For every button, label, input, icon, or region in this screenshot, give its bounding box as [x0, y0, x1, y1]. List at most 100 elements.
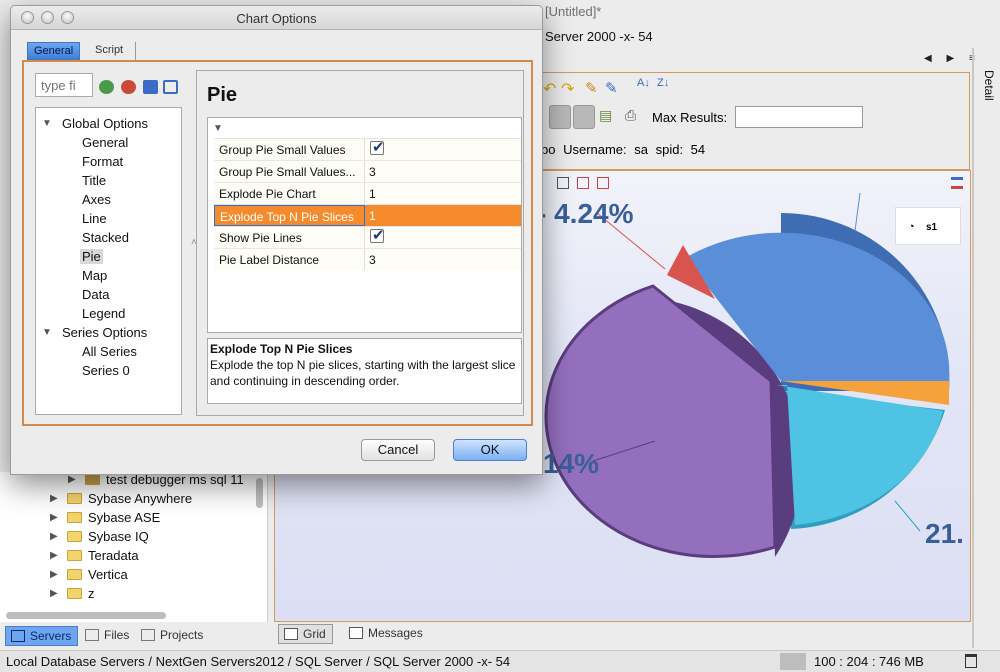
- chart-options-dialog: Chart Options General Script ▼ Global Op…: [10, 5, 543, 475]
- tree-item-general[interactable]: General: [82, 135, 128, 154]
- pie-slice-cyan: [777, 385, 943, 525]
- save-icon[interactable]: [143, 80, 158, 94]
- export-icon[interactable]: ▤: [599, 107, 619, 127]
- pane-title: Pie: [207, 84, 238, 106]
- folder-icon: [67, 588, 82, 599]
- legend-pie-icon: ◔: [908, 221, 915, 233]
- tab-projects[interactable]: Projects: [136, 626, 209, 646]
- collapse-arrow-icon[interactable]: ▼: [42, 118, 52, 129]
- tab-files[interactable]: Files: [80, 626, 135, 646]
- dialog-body: ▼ Global Options General Format Title Ax…: [22, 60, 533, 426]
- redo-icon[interactable]: ↷: [561, 79, 581, 99]
- connection-info: bo Username: sa spid: 54: [541, 142, 706, 157]
- query-toolbar-panel: ↶ ↷ ✎ ✎ A↓ Z↓ ▤ ⎙ Max Results: bo Userna…: [540, 72, 970, 170]
- server-tree: ▶ test debugger ms sql 11 ▶ Sybase Anywh…: [0, 472, 268, 622]
- projects-icon: [141, 629, 155, 641]
- sort-az-icon[interactable]: A↓: [637, 77, 657, 97]
- tab-servers[interactable]: Servers: [5, 626, 79, 646]
- trash-icon[interactable]: [965, 654, 977, 668]
- expand-arrow-icon[interactable]: ▶: [68, 474, 76, 485]
- property-name: Group Pie Small Values...: [214, 161, 365, 182]
- property-value[interactable]: [366, 226, 521, 248]
- detail-tab[interactable]: Detail: [974, 70, 996, 130]
- tree-item-data[interactable]: Data: [82, 287, 109, 306]
- result-tabs: Grid Messages: [274, 624, 971, 646]
- vertical-scrollbar[interactable]: [256, 478, 263, 508]
- undo-icon[interactable]: ↶: [543, 79, 563, 99]
- expand-arrow-icon[interactable]: ▶: [50, 569, 58, 580]
- ok-button[interactable]: OK: [453, 439, 527, 461]
- options-navigator: ▼ Global Options General Format Title Ax…: [32, 70, 184, 416]
- expand-arrow-icon[interactable]: ▶: [50, 550, 58, 561]
- tree-item-all-series[interactable]: All Series: [82, 344, 137, 363]
- tree-item-format[interactable]: Format: [82, 154, 123, 173]
- property-description: Explode Top N Pie Slices Explode the top…: [207, 338, 522, 404]
- property-row[interactable]: Group Pie Small Values: [214, 138, 521, 160]
- property-name: Group Pie Small Values: [214, 139, 365, 160]
- tree-item-line[interactable]: Line: [82, 211, 107, 230]
- expand-arrow-icon[interactable]: ▶: [50, 493, 58, 504]
- tree-item-legend[interactable]: Legend: [82, 306, 125, 325]
- folder-icon: [67, 550, 82, 561]
- tree-item-axes[interactable]: Axes: [82, 192, 111, 211]
- tree-item-series-0[interactable]: Series 0: [82, 363, 130, 382]
- property-row-selected[interactable]: Explode Top N Pie Slices 1: [214, 204, 521, 226]
- slice-label-left: 14%: [543, 448, 599, 479]
- label-line-blue: [854, 192, 861, 232]
- tree-item-stacked[interactable]: Stacked: [82, 230, 129, 249]
- tree-item-title[interactable]: Title: [82, 173, 106, 192]
- collapse-arrow-icon[interactable]: ▼: [213, 123, 223, 134]
- cancel-button[interactable]: Cancel: [361, 439, 435, 461]
- server-label: Server 2000 -x- 54: [545, 29, 653, 44]
- filter-input[interactable]: [35, 73, 93, 97]
- folder-icon: [67, 512, 82, 523]
- grid-view-icon[interactable]: [549, 105, 571, 129]
- property-value[interactable]: [366, 138, 521, 160]
- grid-icon: [284, 628, 298, 640]
- remove-option-icon[interactable]: [121, 80, 136, 94]
- messages-icon: [349, 627, 363, 639]
- expand-arrow-icon[interactable]: ▶: [50, 512, 58, 523]
- property-grid: ▼ Group Pie Small Values Group Pie Small…: [207, 117, 522, 333]
- tab-general[interactable]: General: [27, 42, 81, 60]
- add-option-icon[interactable]: [99, 80, 114, 94]
- horizontal-scrollbar[interactable]: [6, 612, 166, 619]
- description-text: Explode the top N pie slices, starting w…: [210, 358, 516, 388]
- dialog-titlebar: Chart Options: [11, 6, 542, 30]
- property-row[interactable]: Pie Label Distance 3: [214, 248, 521, 270]
- files-icon: [85, 629, 99, 641]
- print-icon[interactable]: ⎙: [625, 107, 645, 127]
- folder-icon: [67, 531, 82, 542]
- servers-icon: [11, 630, 25, 642]
- text-view-icon[interactable]: [573, 105, 595, 129]
- tree-item-pie[interactable]: Pie: [80, 249, 103, 268]
- sort-za-icon[interactable]: Z↓: [657, 77, 677, 97]
- checkbox-checked[interactable]: [370, 138, 385, 156]
- tab-script[interactable]: Script: [89, 42, 137, 60]
- property-row[interactable]: Show Pie Lines: [214, 226, 521, 248]
- app-title: [Untitled]*: [545, 4, 602, 19]
- property-name: Explode Pie Chart: [214, 183, 365, 204]
- copy-icon[interactable]: [163, 80, 178, 94]
- tab-messages[interactable]: Messages: [344, 624, 429, 644]
- chart-legend: ◔ s1: [895, 207, 961, 245]
- edit-icon[interactable]: ✎: [585, 79, 605, 99]
- format-icon[interactable]: ✎: [605, 79, 625, 99]
- expand-arrow-icon[interactable]: ▶: [50, 588, 58, 599]
- slice-label-right: 21.: [925, 518, 964, 549]
- expand-arrow-icon[interactable]: ▶: [50, 531, 58, 542]
- description-title: Explode Top N Pie Slices: [210, 342, 353, 356]
- property-row[interactable]: Group Pie Small Values... 3: [214, 160, 521, 182]
- property-value[interactable]: 3: [366, 249, 521, 270]
- property-value[interactable]: 1: [366, 183, 521, 204]
- tree-item-map[interactable]: Map: [82, 268, 107, 287]
- property-name: Explode Top N Pie Slices: [214, 205, 365, 226]
- checkbox-checked[interactable]: [370, 226, 385, 244]
- property-row[interactable]: Explode Pie Chart 1: [214, 182, 521, 204]
- max-results-input[interactable]: [735, 106, 863, 128]
- tab-grid[interactable]: Grid: [278, 624, 333, 644]
- property-value[interactable]: 1: [366, 205, 521, 226]
- collapse-arrow-icon[interactable]: ▼: [42, 327, 52, 338]
- status-bar: Local Database Servers / NextGen Servers…: [0, 650, 1000, 672]
- property-value[interactable]: 3: [366, 161, 521, 182]
